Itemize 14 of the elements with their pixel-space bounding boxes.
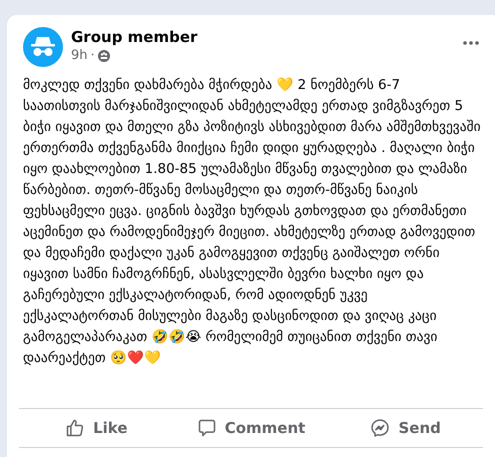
comment-button[interactable]: Comment bbox=[174, 411, 328, 445]
group-icon bbox=[98, 50, 110, 62]
separator-dot: · bbox=[90, 47, 95, 65]
speech-bubble-icon bbox=[196, 418, 217, 438]
send-button[interactable]: Send bbox=[328, 411, 484, 445]
like-button[interactable]: Like bbox=[19, 411, 174, 445]
incognito-icon bbox=[30, 36, 56, 58]
author-name[interactable]: Group member bbox=[71, 27, 198, 47]
post-text: მოკლედ თქვენი დახმარება მჭირდება 💛 2 ნოემბერს 6-7 საათისთვის მარჯანიშვილიდან ახმეტელამდე ერთად ვიმგზავრეთ 5 ბიჭი იყავით და მთელი გზა პოზიტივს ასხივებდით მარა ამშემთხვევაში ერთერთმა თქვენგანმა მიიქცია ჩემი დიდი ყურადღება . მაღალი ბიჭი იყო დაახლოებით 1.80-85 ულამაზესი მწვანე თვალებით და ლამაზი წარბებით. თეთრ-მწვანე მოსაცმელი და თეთრ-მწვანე ნაიკის ფეხსაცმელი ეცვა. ციგნის ბავშვი ხურდას გთხოვდათ და ერთმანეთი აცემინეთ და რამოდენიმეჯერ მიეცით. ახმეტელზე ერთად გამოვედით და მედაჩემი დაქალი უკან გამოგყევით თქვენც გაიშალეთ ორნი იყავით სამნი ჩამოგრჩნენ, ასასვლელში ბევრი ხალხი იყო და გაჩერებული ექსკალატორიდან, რომ ადიოდნენ უკვე ექსკალატორთან მისულები მაგაზე დასცინოდით და ვიღაც კაცი გამოგელაპარაკათ 🤣🤣😭 რომელიმემ თუიცანით თქვენი თავი დაარეაქტეთ 🥺❤💛 bbox=[22, 76, 482, 368]
post-time[interactable]: 9h bbox=[71, 47, 88, 65]
avatar[interactable] bbox=[23, 27, 63, 67]
more-icon bbox=[463, 41, 479, 45]
thumbs-up-icon bbox=[65, 418, 86, 438]
messenger-icon bbox=[370, 418, 390, 438]
